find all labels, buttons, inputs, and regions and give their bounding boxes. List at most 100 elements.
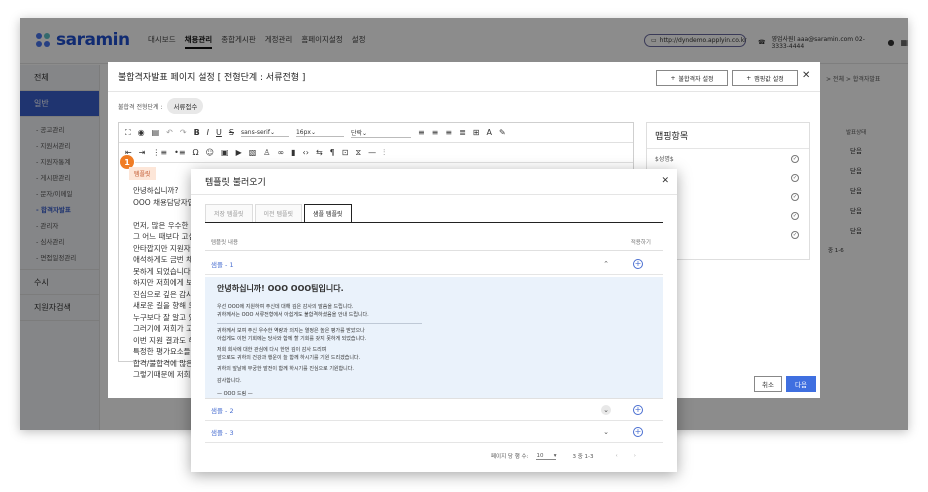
pagination: 페이지 당 행 수: 10 ▾ 3 중 1-3 ‹ › xyxy=(491,452,636,461)
sample-row-1[interactable]: 샘플 - 1 ⌃ + xyxy=(205,253,663,275)
media-icon[interactable]: ▧ xyxy=(249,148,257,157)
modal-title: 불합격자발표 페이지 설정 [ 전형단계 : 서류전형 ] xyxy=(118,73,306,83)
sample-row-3[interactable]: 샘플 - 3 ⌄ + xyxy=(205,421,663,443)
close-icon[interactable]: ✕ xyxy=(661,176,669,186)
redo-icon[interactable]: ↷ xyxy=(180,128,187,137)
modal-title: 템플릿 불러오기 xyxy=(205,178,266,188)
page-range: 3 중 1-3 xyxy=(572,454,594,460)
sample-paragraph: 저희 회사에 대한 관심에 다시 한번 깊이 감사 드리며 앞으로도 귀하의 건… xyxy=(217,347,361,361)
paragraph-mark-icon[interactable]: ¶ xyxy=(330,148,335,157)
tab-saved-templates[interactable]: 저장 템플릿 xyxy=(205,204,253,222)
table-header: 템플릿 내용 적용하기 xyxy=(205,233,663,251)
stage-row: 불합격 전형단계 : 서류접수 xyxy=(118,98,204,114)
rtl-icon[interactable]: ⇆ xyxy=(316,148,323,157)
plus-icon: + xyxy=(746,74,752,82)
undo-icon[interactable]: ↶ xyxy=(166,128,173,137)
code-icon[interactable]: ‹› xyxy=(303,148,309,157)
video-icon[interactable]: ▶ xyxy=(236,148,242,157)
tab-sample-templates[interactable]: 샘플 템플릿 xyxy=(304,204,352,222)
italic-icon[interactable]: I xyxy=(207,128,209,137)
template-icon[interactable]: ⊡ xyxy=(342,148,349,157)
mapping-settings-label: 맵핑값 설정 xyxy=(754,75,784,83)
chevron-down-icon[interactable]: ⌄ xyxy=(601,427,611,437)
table-icon[interactable]: ⊞ xyxy=(473,128,480,137)
separator-icon[interactable]: ⫶ xyxy=(383,148,385,158)
align-center-icon[interactable]: ≡ xyxy=(432,128,439,137)
indent-icon[interactable]: ⇥ xyxy=(139,148,146,157)
bullet-list-icon[interactable]: •≡ xyxy=(174,148,185,157)
cancel-button[interactable]: 취소 xyxy=(754,376,782,392)
per-page-select[interactable]: 10 ▾ xyxy=(536,453,557,460)
template-tag[interactable]: 템플릿 xyxy=(129,167,156,180)
align-right-icon[interactable]: ≡ xyxy=(445,128,452,137)
sample-paragraph: 귀하의 앞날에 무궁한 발전이 함께 하시기를 진심으로 기원합니다. xyxy=(217,366,354,372)
strikethrough-icon[interactable]: S xyxy=(229,128,234,137)
plus-icon: + xyxy=(670,74,676,82)
sample-title: 안녕하십니까! OOO OOO팀입니다. xyxy=(217,284,344,293)
plus-circle-icon[interactable]: + xyxy=(633,426,643,437)
check-circle-icon: ✓ xyxy=(791,173,799,182)
stage-chip[interactable]: 서류접수 xyxy=(167,98,204,114)
col-load: 적용하기 xyxy=(630,239,651,246)
editor-content[interactable]: 안녕하십니까? OOO 채용담당자입 먼저, 많은 우수한 지 그 어느 때보다… xyxy=(133,185,198,381)
load-template-modal: 템플릿 불러오기 ✕ 저장 템플릿 이전 템플릿 샘플 템플릿 템플릿 내용 적… xyxy=(191,169,677,472)
bold-icon[interactable]: B xyxy=(194,128,200,137)
chevron-up-icon[interactable]: ⌃ xyxy=(601,259,611,269)
check-circle-icon: ✓ xyxy=(791,230,799,239)
mapping-title: 맵핑항목 xyxy=(647,123,809,149)
font-size-select[interactable]: 16px⌄ xyxy=(295,129,344,137)
print-icon[interactable]: ▤ xyxy=(152,128,160,137)
stamp-icon[interactable]: ♙ xyxy=(263,148,270,157)
highlight-icon[interactable]: ✎ xyxy=(499,128,506,137)
plus-circle-icon[interactable]: + xyxy=(633,404,643,415)
next-page-icon[interactable]: › xyxy=(634,453,636,459)
sample-paragraph: 감사합니다. xyxy=(217,377,242,384)
ordered-list-icon[interactable]: ⋮≡ xyxy=(152,148,167,157)
divider xyxy=(217,323,422,324)
link-icon[interactable]: ∞ xyxy=(277,148,284,157)
text-color-icon[interactable]: A xyxy=(486,128,491,137)
sample-preview: 안녕하십니까! OOO OOO팀입니다. 우선 OOO에 지원하여 주신데 대해… xyxy=(205,277,663,399)
sample-signature: — OOO 드림 — xyxy=(217,391,253,397)
col-content: 템플릿 내용 xyxy=(211,239,239,246)
check-circle-icon: ✓ xyxy=(791,211,799,220)
emoji-icon[interactable]: ☺ xyxy=(206,148,214,157)
plus-circle-icon[interactable]: + xyxy=(633,258,643,269)
rejected-settings-label: 불합격자 설정 xyxy=(678,75,714,83)
mapping-settings-button[interactable]: + 맵핑값 설정 xyxy=(732,70,798,86)
tab-previous-templates[interactable]: 이전 템플릿 xyxy=(254,204,303,222)
stage-label: 불합격 전형단계 : xyxy=(118,103,163,111)
preview-icon[interactable]: ◉ xyxy=(138,128,145,137)
rejected-settings-button[interactable]: + 불합격자 설정 xyxy=(656,70,728,86)
per-page-label: 페이지 당 행 수: xyxy=(491,454,529,460)
template-tabs: 저장 템플릿 이전 템플릿 샘플 템플릿 xyxy=(205,204,352,222)
prev-page-icon[interactable]: ‹ xyxy=(616,453,618,459)
editor-toolbar-row-2: ⇤ ⇥ ⋮≡ •≡ Ω ☺ ▣ ▶ ▧ ♙ ∞ ▮ ‹› ⇆ ¶ ⊡ ⧖ — ⫶ xyxy=(119,143,633,163)
paragraph-select[interactable]: 단락⌄ xyxy=(350,128,411,138)
sample-name: 샘플 - 2 xyxy=(211,406,234,415)
check-circle-icon: ✓ xyxy=(791,154,799,163)
close-icon[interactable]: ✕ xyxy=(802,70,810,81)
sample-paragraph: 우선 OOO에 지원하여 주신데 대해 깊은 감사의 말씀을 드립니다. 귀하께… xyxy=(217,304,369,318)
sample-row-2[interactable]: 샘플 - 2 ⌄ + xyxy=(205,399,663,421)
omega-icon[interactable]: Ω xyxy=(193,148,199,157)
sample-name: 샘플 - 3 xyxy=(211,428,234,437)
sample-paragraph: 귀하께서 보여 주신 우수한 역량과 의지는 열정은 높은 평가를 받았으나 아… xyxy=(217,328,367,342)
sample-name: 샘플 - 1 xyxy=(211,260,234,269)
page-break-icon[interactable]: ⧖ xyxy=(355,148,361,158)
horizontal-rule-icon[interactable]: — xyxy=(368,148,376,157)
fullscreen-icon[interactable]: ⛶ xyxy=(125,128,131,138)
next-button[interactable]: 다음 xyxy=(786,376,816,392)
underline-icon[interactable]: U xyxy=(216,128,222,137)
align-justify-icon[interactable]: ≣ xyxy=(459,128,466,137)
mapping-row[interactable]: $성명$ ✓ xyxy=(647,149,809,168)
image-icon[interactable]: ▣ xyxy=(221,148,229,157)
editor-toolbar-row-1: ⛶ ◉ ▤ ↶ ↷ B I U S sans-serif⌄ 16px⌄ 단락⌄ … xyxy=(119,123,633,143)
align-left-icon[interactable]: ≡ xyxy=(418,128,425,137)
tabs-divider xyxy=(205,222,663,223)
modal-header: 템플릿 불러오기 ✕ xyxy=(191,169,677,195)
chevron-down-icon[interactable]: ⌄ xyxy=(601,404,611,415)
font-family-select[interactable]: sans-serif⌄ xyxy=(240,129,289,137)
bookmark-icon[interactable]: ▮ xyxy=(291,148,295,157)
check-circle-icon: ✓ xyxy=(791,192,799,201)
